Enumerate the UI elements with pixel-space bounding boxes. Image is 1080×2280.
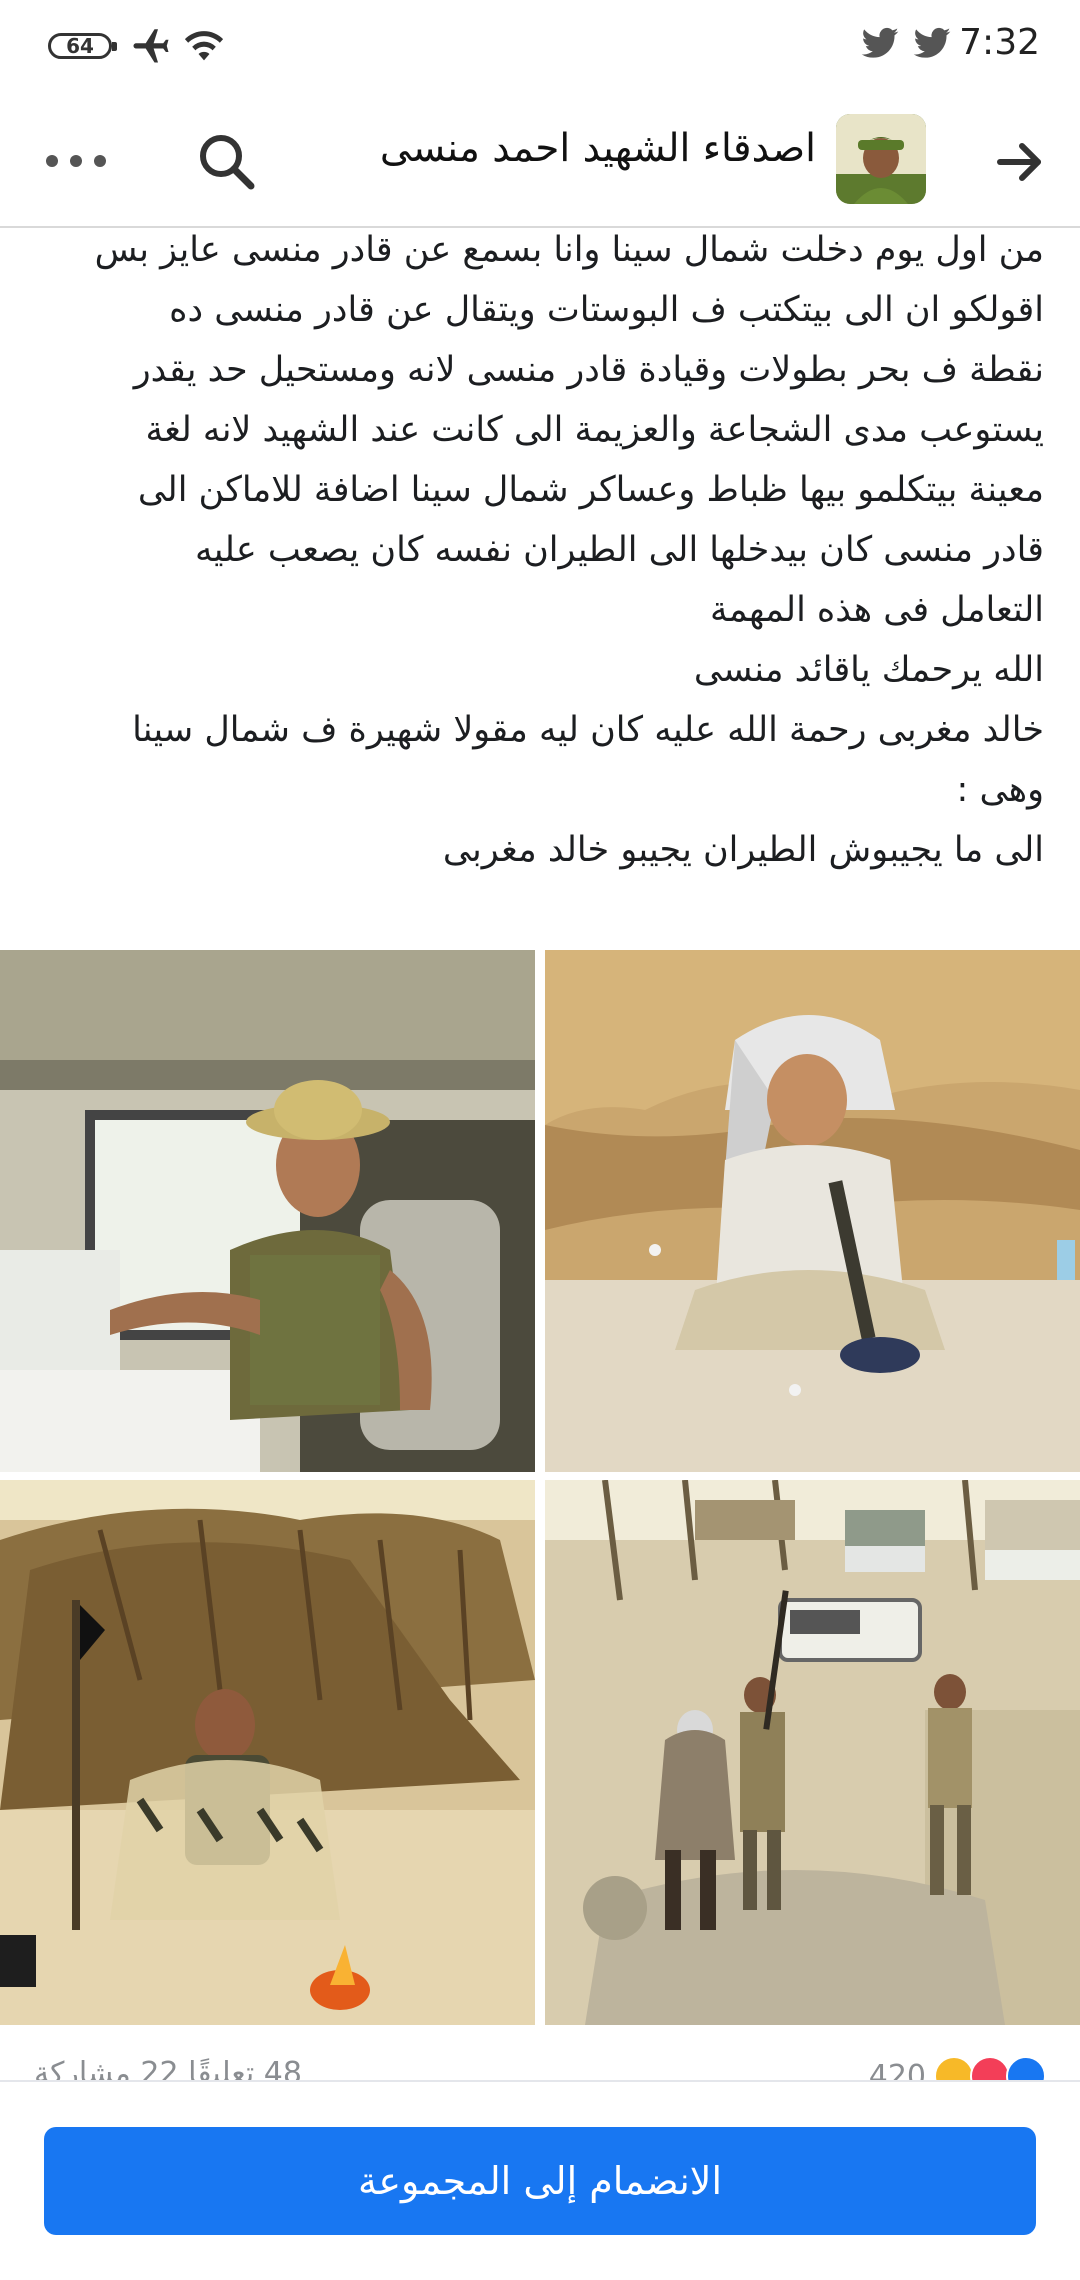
battery-level: 64 [66,34,94,58]
haha-reaction-icon [934,2056,974,2080]
post-line: الله يرحمك ياقائد منسى [693,650,1044,690]
clock: 7:32 [959,22,1040,63]
comments-shares-count[interactable]: 48 تعليقًا 22 مشاركة [34,2056,302,2080]
post-line: معينة بيتكلمو بيها ظباط وعساكر شمال سينا… [137,470,1044,510]
post-line: الى ما يجيبوش الطيران يجيبو خالد مغربى [442,830,1044,870]
post-text: من اول يوم دخلت شمال سينا وانا بسمع عن ق… [34,220,1044,880]
post-line: نقطة ف بحر بطولات وقيادة قادر منسى لانه … [133,350,1044,390]
love-reaction-icon [970,2056,1010,2080]
twitter-icon [913,27,951,58]
post-photo-soldiers-on-road[interactable] [545,1480,1080,2025]
post-line: اقولكو ان الى بيتكتب ف البوستات ويتقال ع… [169,290,1044,330]
post-line: من اول يوم دخلت شمال سينا وانا بسمع عن ق… [94,230,1044,270]
reaction-count: 420 [868,2058,926,2081]
join-group-button[interactable]: الانضمام إلى المجموعة [44,2127,1036,2235]
like-reaction-icon [1006,2056,1046,2080]
post-line: يستوعب مدى الشجاعة والعزيمة الى كانت عند… [145,410,1044,450]
search-icon[interactable] [195,130,257,192]
post-photo-soldier-by-fire[interactable] [0,1480,535,2025]
status-bar: 64 7:32 [0,0,1080,96]
twitter-icon [861,27,899,58]
group-avatar[interactable] [836,114,926,204]
post-line: قادر منسى كان بيدخلها الى الطيران نفسه ك… [194,530,1044,570]
post-photo-soldier-in-vehicle[interactable] [0,950,535,1472]
post-line: التعامل فى هذه المهمة [710,590,1044,630]
group-title[interactable]: اصدقاء الشهيد احمد منسى [380,126,816,171]
reactions-row: 48 تعليقًا 22 مشاركة 420 [0,2050,1080,2080]
avatar-image [836,114,926,204]
bottom-bar: الانضمام إلى المجموعة [0,2080,1080,2280]
arrow-right-icon[interactable] [992,134,1048,190]
reaction-summary[interactable]: 420 [869,2056,1046,2080]
post-line: وهى : [956,770,1044,810]
post-photo-man-in-cave[interactable] [545,950,1080,1472]
more-dots-icon[interactable] [44,150,108,172]
battery-icon: 64 [48,33,117,59]
wifi-icon [184,31,224,61]
post-line: خالد مغربى رحمة الله عليه كان ليه مقولا … [132,710,1044,750]
airplane-mode-icon [133,29,169,63]
group-header: اصدقاء الشهيد احمد منسى [0,96,1080,228]
